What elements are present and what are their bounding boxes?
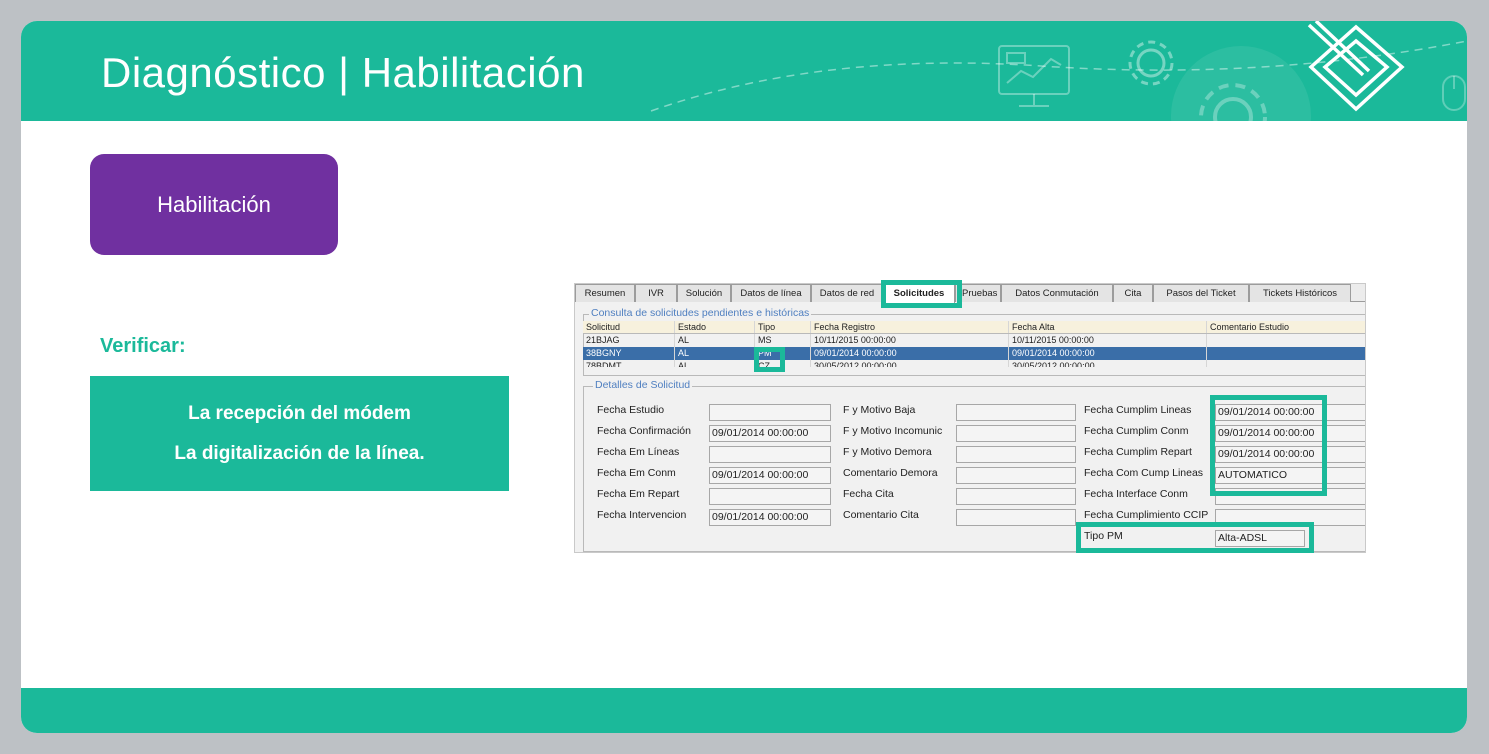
fecha-cita-field[interactable] — [956, 488, 1076, 505]
header-decoration-icons — [650, 21, 1467, 121]
field-label: Fecha Cumplimiento CCIP — [1084, 509, 1209, 521]
tab-solucion[interactable]: Solución — [677, 284, 731, 302]
field-label: Fecha Intervencion — [597, 509, 687, 521]
field-label: Fecha Com Cump Lineas — [1084, 467, 1204, 479]
field-label: Comentario Cita — [843, 509, 919, 521]
column-header[interactable]: Tipo — [755, 321, 811, 333]
highlight-tipo-pm-row — [1076, 522, 1314, 553]
field-label: Fecha Estudio — [597, 404, 665, 416]
verify-item: La digitalización de la línea. — [174, 442, 425, 464]
verify-heading: Verificar: — [100, 335, 186, 357]
field-label: Fecha Confirmación — [597, 425, 691, 437]
table-cell: 10/11/2015 00:00:00 — [1009, 334, 1207, 347]
tab-datos-de-red[interactable]: Datos de red — [811, 284, 883, 302]
table-cell: MS — [755, 334, 811, 347]
pencil-document-icon — [1307, 21, 1405, 112]
f-motivo-incomunic-field[interactable] — [956, 425, 1076, 442]
table-row-selected[interactable]: 38BGNY AL PM 09/01/2014 00:00:00 09/01/2… — [583, 347, 1365, 360]
requests-table: Solicitud Estado Tipo Fecha Registro Fec… — [583, 321, 1365, 367]
tab-resumen[interactable]: Resumen — [575, 284, 635, 302]
column-header[interactable]: Solicitud — [583, 321, 675, 333]
table-cell: 30/05/2012 00:00:00 — [1009, 360, 1207, 367]
f-motivo-demora-field[interactable] — [956, 446, 1076, 463]
fecha-estudio-field[interactable] — [709, 404, 831, 421]
table-cell: 09/01/2014 00:00:00 — [1009, 347, 1207, 360]
verify-item: La recepción del módem — [188, 402, 411, 424]
field-label: Fecha Em Líneas — [597, 446, 680, 458]
field-label: Fecha Cumplim Lineas — [1084, 404, 1192, 416]
highlight-solicitudes-tab — [881, 280, 962, 308]
column-header[interactable]: Comentario Estudio — [1207, 321, 1365, 333]
table-cell — [1207, 347, 1365, 360]
fecha-intervencion-field[interactable]: 09/01/2014 00:00:00 — [709, 509, 831, 526]
table-header-row: Solicitud Estado Tipo Fecha Registro Fec… — [583, 321, 1365, 334]
requests-group-title: Consulta de solicitudes pendientes e his… — [589, 307, 812, 319]
field-label: Comentario Demora — [843, 467, 938, 479]
highlight-tipo-pm — [754, 347, 785, 372]
table-cell: 30/05/2012 00:00:00 — [811, 360, 1009, 367]
mouse-icon — [1442, 75, 1466, 111]
column-header[interactable]: Estado — [675, 321, 755, 333]
section-label-habilitacion: Habilitación — [90, 154, 338, 255]
fecha-em-repart-field[interactable] — [709, 488, 831, 505]
table-cell: 38BGNY — [583, 347, 675, 360]
table-cell: AL — [675, 347, 755, 360]
field-label: F y Motivo Baja — [843, 404, 916, 416]
column-header[interactable]: Fecha Registro — [811, 321, 1009, 333]
table-row[interactable]: 21BJAG AL MS 10/11/2015 00:00:00 10/11/2… — [583, 334, 1365, 347]
field-label: Fecha Em Repart — [597, 488, 680, 500]
field-label: Fecha Em Conm — [597, 467, 676, 479]
table-cell — [1207, 360, 1365, 367]
table-cell: 21BJAG — [583, 334, 675, 347]
f-motivo-baja-field[interactable] — [956, 404, 1076, 421]
comentario-cita-field[interactable] — [956, 509, 1076, 526]
monitor-chart-icon — [998, 45, 1070, 107]
details-group-title: Detalles de Solicitud — [593, 379, 693, 391]
footer-bar — [21, 688, 1467, 733]
table-cell: AL — [675, 360, 755, 367]
comentario-demora-field[interactable] — [956, 467, 1076, 484]
field-label: F y Motivo Incomunic — [843, 425, 943, 437]
column-header[interactable]: Fecha Alta — [1009, 321, 1207, 333]
tab-tickets-historicos[interactable]: Tickets Históricos — [1249, 284, 1351, 302]
tab-bar: Resumen IVR Solución Datos de línea Dato… — [575, 284, 1365, 303]
gear-icon — [1128, 40, 1174, 86]
table-row[interactable]: 78BDMT AL CZ 30/05/2012 00:00:00 30/05/2… — [583, 360, 1365, 367]
header-bar: Diagnóstico | Habilitación — [21, 21, 1467, 121]
table-cell: AL — [675, 334, 755, 347]
tab-ivr[interactable]: IVR — [635, 284, 677, 302]
tab-datos-de-linea[interactable]: Datos de línea — [731, 284, 811, 302]
tab-datos-conmutacion[interactable]: Datos Conmutación — [1001, 284, 1113, 302]
field-label: Fecha Interface Conm — [1084, 488, 1188, 500]
page-title: Diagnóstico | Habilitación — [101, 49, 585, 96]
highlight-cumplim-dates — [1210, 395, 1327, 496]
fecha-confirmacion-field[interactable]: 09/01/2014 00:00:00 — [709, 425, 831, 442]
field-label: Fecha Cumplim Conm — [1084, 425, 1189, 437]
verify-box: La recepción del módem La digitalización… — [90, 376, 509, 491]
field-label: F y Motivo Demora — [843, 446, 932, 458]
fecha-em-conm-field[interactable]: 09/01/2014 00:00:00 — [709, 467, 831, 484]
table-cell — [1207, 334, 1365, 347]
slide: Diagnóstico | Habilitación Habilitación … — [21, 21, 1467, 733]
field-label: Fecha Cita — [843, 488, 894, 500]
table-cell: 78BDMT — [583, 360, 675, 367]
table-cell: 10/11/2015 00:00:00 — [811, 334, 1009, 347]
tab-pasos-del-ticket[interactable]: Pasos del Ticket — [1153, 284, 1249, 302]
tab-cita[interactable]: Cita — [1113, 284, 1153, 302]
fecha-em-lineas-field[interactable] — [709, 446, 831, 463]
table-cell: 09/01/2014 00:00:00 — [811, 347, 1009, 360]
field-label: Fecha Cumplim Repart — [1084, 446, 1192, 458]
